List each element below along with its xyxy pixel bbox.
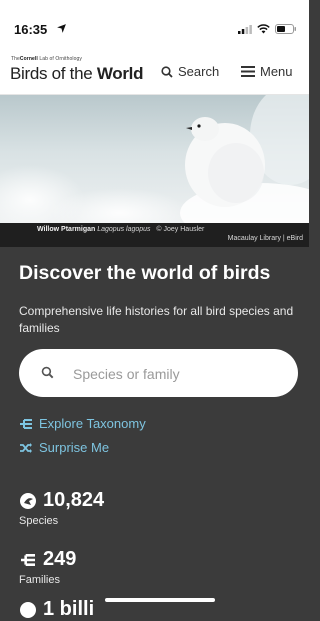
cornell-lab-logo-text[interactable]: TheCornell Lab of Ornithology	[11, 56, 82, 62]
status-bar: 16:35	[0, 0, 309, 44]
header-menu-button[interactable]: Menu	[241, 64, 293, 79]
willow-ptarmigan-photo	[0, 95, 309, 223]
bird-icon	[20, 492, 36, 509]
header-search-button[interactable]: Search	[161, 64, 219, 79]
species-search-box[interactable]	[19, 349, 298, 397]
signal-icon	[238, 24, 252, 34]
explore-taxonomy-label: Explore Taxonomy	[39, 416, 146, 431]
caption-library[interactable]: Macaulay Library | eBird	[228, 235, 303, 242]
taxonomy-icon	[21, 553, 35, 566]
hamburger-menu-icon	[241, 66, 255, 77]
surprise-me-link[interactable]: Surprise Me	[19, 440, 109, 455]
caption-common-name: Willow Ptarmigan	[37, 226, 96, 233]
page-title: Discover the world of birds	[19, 262, 271, 284]
explore-taxonomy-link[interactable]: Explore Taxonomy	[19, 416, 146, 431]
observations-count-partial: 1 billi	[19, 598, 94, 621]
location-arrow-icon	[57, 24, 66, 33]
search-icon	[161, 65, 173, 78]
surprise-me-label: Surprise Me	[39, 440, 110, 455]
battery-icon	[275, 24, 296, 34]
families-count: 249	[19, 548, 76, 571]
caption-credit: © Joey Hausler	[156, 226, 205, 233]
wifi-icon	[257, 24, 270, 34]
birds-of-the-world-logo[interactable]: Birds of the World	[10, 64, 143, 84]
observations-count-partial-value: 1 billi	[43, 598, 95, 620]
shuffle-icon	[20, 442, 32, 453]
species-count: 10,824	[19, 489, 104, 512]
site-header: TheCornell Lab of Ornithology Birds of t…	[0, 44, 309, 95]
species-count-label: Species	[19, 515, 59, 527]
species-count-value: 10,824	[43, 489, 105, 511]
caption-latin-name: Lagopus lagopus	[97, 226, 151, 233]
families-count-label: Families	[19, 574, 60, 586]
home-indicator[interactable]	[105, 598, 215, 602]
families-count-value: 249	[43, 548, 77, 570]
page-subtitle: Comprehensive life histories for all bir…	[19, 304, 294, 335]
status-time: 16:35	[14, 22, 48, 37]
header-search-label: Search	[178, 64, 220, 79]
globe-icon	[20, 601, 36, 618]
taxonomy-icon	[20, 418, 32, 429]
photo-caption: Willow Ptarmigan Lagopus lagopus © Joey …	[0, 223, 309, 247]
status-indicators	[238, 24, 297, 34]
hero-image	[0, 95, 309, 223]
search-icon	[41, 366, 54, 379]
species-search-input[interactable]	[71, 362, 285, 386]
header-menu-label: Menu	[260, 64, 293, 79]
